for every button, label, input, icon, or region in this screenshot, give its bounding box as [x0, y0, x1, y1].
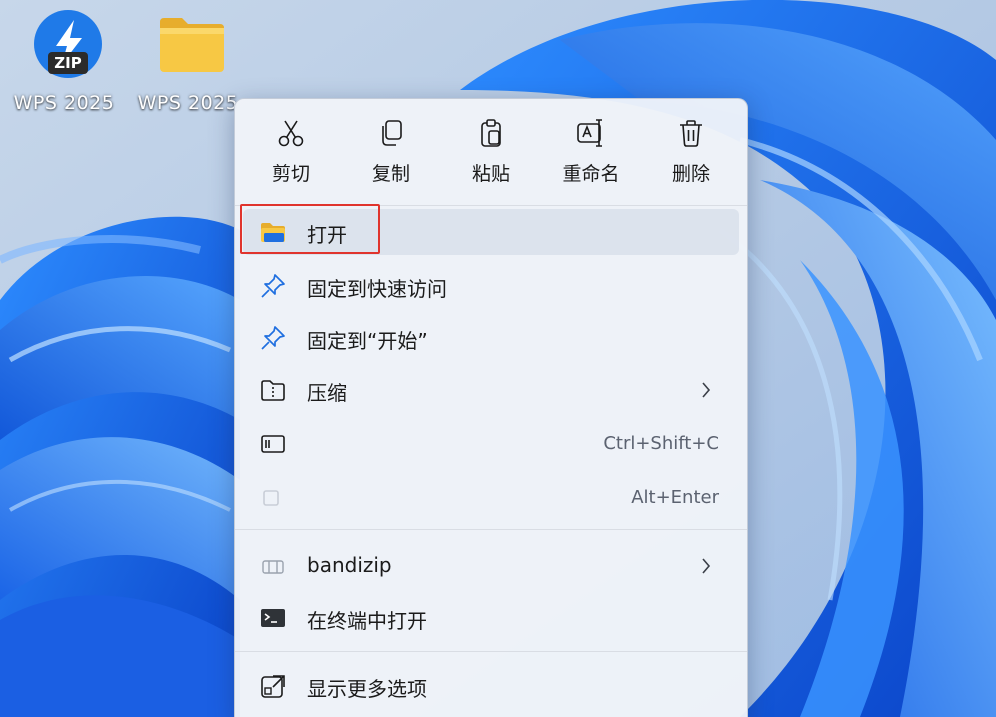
menu-item-label: 在终端中打开 — [307, 609, 427, 633]
zip-folder-icon — [261, 380, 285, 401]
cut-button[interactable]: 剪切 — [245, 111, 337, 191]
scissors-icon — [278, 120, 304, 147]
desktop-icon-label: WPS 2025 — [13, 92, 115, 114]
menu-item-open-terminal[interactable]: 在终端中打开 — [243, 595, 739, 641]
menu-item-shortcut: Ctrl+Shift+C — [603, 433, 719, 454]
menu-item-label: 固定到快速访问 — [307, 277, 447, 301]
chevron-right-icon — [702, 382, 711, 398]
menu-item-shortcut: Alt+Enter — [631, 487, 719, 508]
menu-item-bandizip[interactable]: bandizip — [243, 543, 739, 589]
quick-actions-bar: 剪切 复制 粘贴 重命名 删除 — [235, 99, 747, 195]
more-options-icon — [261, 675, 285, 698]
menu-divider — [235, 651, 747, 652]
copy-icon — [382, 120, 402, 146]
delete-label: 删除 — [671, 163, 710, 185]
copy-button[interactable]: 复制 — [345, 111, 437, 191]
desktop-icon-folder[interactable]: WPS 2025 — [132, 6, 244, 116]
annotation-highlight-box — [240, 204, 380, 254]
chevron-right-icon — [702, 558, 711, 574]
properties-icon — [263, 490, 279, 506]
menu-item-pin-quick-access[interactable]: 固定到快速访问 — [243, 263, 739, 309]
menu-divider — [235, 529, 747, 530]
menu-item-show-more-options[interactable]: 显示更多选项 — [243, 663, 739, 709]
menu-item-label: 压缩 — [307, 381, 347, 405]
desktop-icon-label: WPS 2025 — [137, 92, 239, 114]
paste-label: 粘贴 — [471, 163, 510, 185]
menu-item-properties[interactable]: Alt+Enter — [243, 475, 739, 521]
paste-button[interactable]: 粘贴 — [445, 111, 537, 191]
menu-item-label: bandizip — [307, 553, 392, 577]
desktop: ZIP WPS 2025 WPS 2025 剪切 复制 粘贴 重命名 删除 打开… — [0, 0, 996, 717]
desktop-icon-zip[interactable]: ZIP WPS 2025 — [8, 6, 120, 116]
context-menu: 剪切 复制 粘贴 重命名 删除 打开 固定到快速访问 固定到“开始” 压缩 Ct… — [234, 98, 748, 717]
zip-badge-text: ZIP — [54, 54, 82, 72]
pin-icon — [261, 274, 285, 298]
trash-icon — [680, 120, 702, 147]
folder-icon — [160, 18, 224, 72]
menu-item-label: 显示更多选项 — [307, 677, 427, 701]
terminal-icon — [261, 609, 285, 627]
rename-button[interactable]: 重命名 — [545, 111, 637, 191]
delete-button[interactable]: 删除 — [645, 111, 737, 191]
menu-item-compress[interactable]: 压缩 — [243, 367, 739, 413]
pin-icon — [261, 326, 285, 350]
rename-icon — [577, 119, 602, 147]
menu-item-pin-start[interactable]: 固定到“开始” — [243, 315, 739, 361]
menu-item-label: 固定到“开始” — [307, 329, 428, 353]
menu-item-copy-path[interactable]: Ctrl+Shift+C — [243, 421, 739, 467]
copy-path-icon — [261, 435, 285, 453]
bandizip-icon — [262, 560, 284, 574]
cut-label: 剪切 — [271, 163, 310, 185]
paste-icon — [481, 119, 501, 147]
copy-label: 复制 — [371, 163, 410, 185]
rename-label: 重命名 — [562, 163, 620, 185]
